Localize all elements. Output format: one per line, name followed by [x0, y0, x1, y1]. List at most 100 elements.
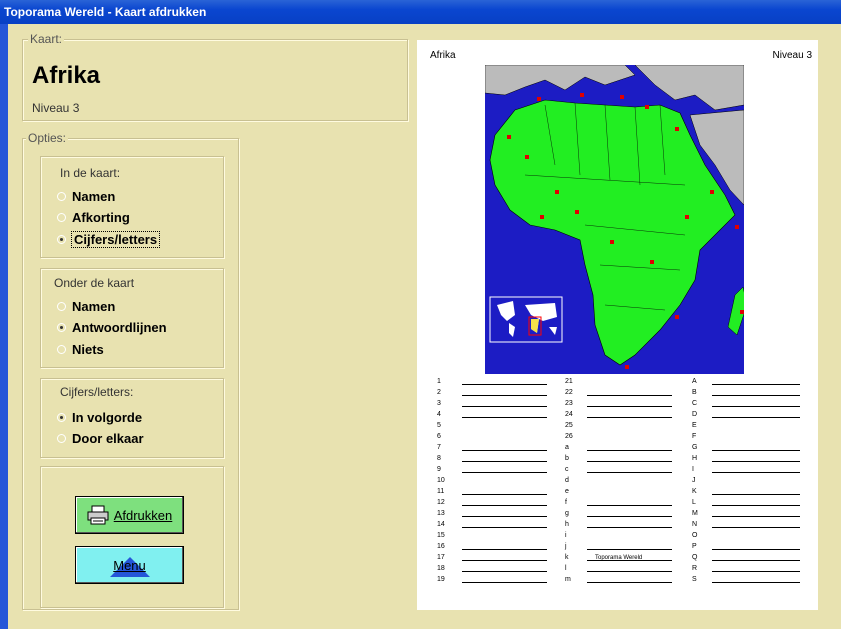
answer-line: [587, 406, 672, 407]
answer-label: e: [565, 488, 569, 495]
print-button-label: Afdrukken: [113, 507, 173, 523]
radio-dot[interactable]: [57, 192, 66, 201]
answer-label: 21: [565, 378, 573, 385]
answer-label: F: [692, 433, 697, 440]
answer-label: d: [565, 477, 569, 484]
radio-dot[interactable]: [57, 434, 66, 443]
answer-label: 24: [565, 411, 573, 418]
radio-in-volgorde[interactable]: In volgorde: [57, 410, 142, 425]
answer-label: 13: [437, 510, 445, 517]
answer-line: [462, 582, 547, 583]
answer-label: Q: [692, 554, 698, 561]
answer-line: [712, 417, 800, 418]
radio-label: Antwoordlijnen: [72, 320, 167, 335]
answer-label: 18: [437, 565, 445, 572]
answer-label: k: [565, 554, 569, 561]
answer-line: [712, 527, 800, 528]
print-button[interactable]: Afdrukken: [75, 496, 184, 534]
answer-label: J: [692, 477, 696, 484]
answer-label: 16: [437, 543, 445, 550]
answer-line: [712, 395, 800, 396]
radio-dot-selected[interactable]: [57, 323, 66, 332]
print-preview: Afrika Niveau 3 1 2 3 4 5 6 7 8 9 10 11 …: [417, 40, 818, 610]
answer-label: 12: [437, 499, 445, 506]
answer-label: 17: [437, 554, 445, 561]
answer-line: [587, 461, 672, 462]
answer-label: 3: [437, 400, 441, 407]
answer-line: [587, 549, 672, 550]
cijfers-letters-legend: Cijfers/letters:: [60, 385, 134, 399]
answer-column-3: A B C D E F G H I J K L M N O P Q R S: [692, 378, 807, 608]
answer-line: [462, 395, 547, 396]
preview-level: Niveau 3: [772, 50, 812, 61]
answer-line: [712, 494, 800, 495]
answer-line: [587, 472, 672, 473]
radio-door-elkaar[interactable]: Door elkaar: [57, 431, 144, 446]
answer-line: [712, 582, 800, 583]
answer-label: M: [692, 510, 698, 517]
answer-label: i: [565, 532, 567, 539]
radio-dot-selected[interactable]: [57, 413, 66, 422]
answer-label: 2: [437, 389, 441, 396]
answer-line: [587, 395, 672, 396]
radio-namen-kaart[interactable]: Namen: [57, 189, 115, 204]
radio-label: In volgorde: [72, 410, 143, 425]
answer-label: E: [692, 422, 697, 429]
radio-label: Namen: [72, 189, 116, 204]
answer-label: L: [692, 499, 696, 506]
opties-legend: Opties:: [26, 131, 69, 145]
answer-column-2: 21 22 23 24 25 26 a b c d e f g h i j k …: [565, 378, 680, 608]
answer-label: K: [692, 488, 697, 495]
radio-antwoordlijnen[interactable]: Antwoordlijnen: [57, 320, 167, 335]
answer-label: D: [692, 411, 698, 418]
answer-line: [712, 384, 800, 385]
answer-line: [587, 516, 672, 517]
answer-line: [462, 450, 547, 451]
answer-line: [462, 527, 547, 528]
radio-niets[interactable]: Niets: [57, 342, 104, 357]
preview-watermark: Toporama Wereld: [595, 555, 643, 561]
answer-label: N: [692, 521, 698, 528]
window-title: Toporama Wereld - Kaart afdrukken: [0, 0, 841, 24]
answer-label: b: [565, 455, 569, 462]
answer-line: [712, 549, 800, 550]
radio-namen-onder[interactable]: Namen: [57, 299, 115, 314]
answer-label: 19: [437, 576, 445, 583]
answer-line: [712, 571, 800, 572]
radio-dot[interactable]: [57, 213, 66, 222]
answer-label: 6: [437, 433, 441, 440]
answer-label: 22: [565, 389, 573, 396]
answer-label: S: [692, 576, 697, 583]
radio-dot[interactable]: [57, 345, 66, 354]
in-de-kaart-legend: In de kaart:: [60, 166, 121, 180]
radio-afkorting[interactable]: Afkorting: [57, 210, 130, 225]
answer-label: 23: [565, 400, 573, 407]
answer-label: l: [565, 565, 567, 572]
window-left-edge: [0, 24, 8, 629]
answer-label: G: [692, 444, 698, 451]
answer-label: c: [565, 466, 569, 473]
answer-line: [587, 450, 672, 451]
answer-label: 14: [437, 521, 445, 528]
answer-label: I: [692, 466, 694, 473]
radio-dot[interactable]: [57, 302, 66, 311]
map-level: Niveau 3: [32, 101, 80, 115]
answer-line: [712, 461, 800, 462]
radio-dot-selected[interactable]: [57, 235, 66, 244]
answer-label: A: [692, 378, 697, 385]
radio-label: Niets: [72, 342, 104, 357]
answer-label: 8: [437, 455, 441, 462]
answer-label: R: [692, 565, 698, 572]
africa-map-drawing: [485, 65, 744, 369]
map-name: Afrika: [32, 62, 101, 89]
answer-label: 1: [437, 378, 441, 385]
onder-de-kaart-legend: Onder de kaart: [54, 276, 135, 290]
printer-icon: [87, 505, 109, 525]
answer-line: [462, 406, 547, 407]
answer-label: 7: [437, 444, 441, 451]
answer-label: 11: [437, 488, 445, 495]
radio-cijfers-letters[interactable]: Cijfers/letters: [57, 231, 161, 248]
answer-line: [712, 450, 800, 451]
answer-line: [462, 549, 547, 550]
menu-button[interactable]: Menu: [75, 546, 184, 584]
